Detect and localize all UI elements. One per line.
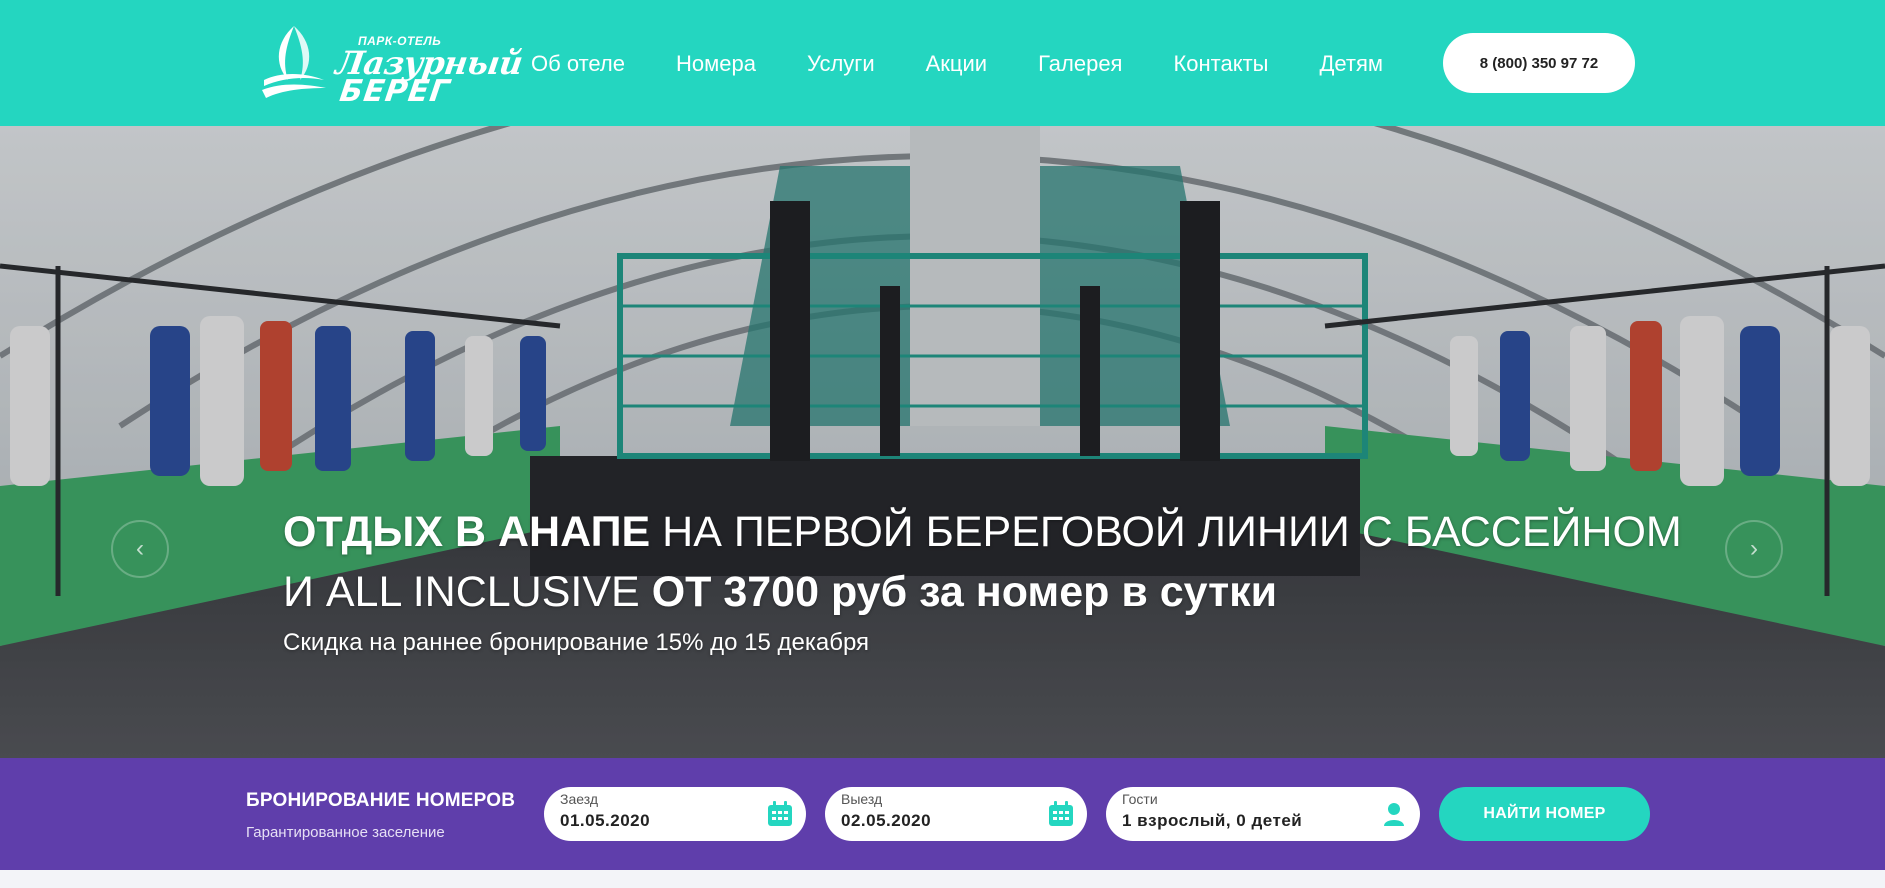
logo-name-line2: БЕРЕГ <box>337 74 453 109</box>
hotel-logo[interactable]: ПАРК-ОТЕЛЬ Лазурный БЕРЕГ <box>258 22 525 109</box>
hero-title-bold-1: ОТДЫХ В АНАПЕ <box>283 508 651 556</box>
checkout-date-field[interactable]: Выезд 02.05.2020 <box>825 787 1087 841</box>
nav-item-rooms[interactable]: Номера <box>676 48 756 80</box>
calendar-icon[interactable] <box>766 800 794 828</box>
checkin-date-field[interactable]: Заезд 01.05.2020 <box>544 787 806 841</box>
checkin-label: Заезд <box>560 791 599 807</box>
booking-bar: БРОНИРОВАНИЕ НОМЕРОВ Гарантированное зас… <box>0 758 1885 870</box>
nav-item-gallery[interactable]: Галерея <box>1038 48 1122 80</box>
checkin-value: 01.05.2020 <box>560 811 651 830</box>
hero-title: ОТДЫХ В АНАПЕ НА ПЕРВОЙ БЕРЕГОВОЙ ЛИНИИ … <box>283 502 1703 622</box>
checkout-label: Выезд <box>841 791 883 807</box>
chevron-right-icon: › <box>1750 535 1758 562</box>
hero-overlay <box>0 126 1885 758</box>
user-icon <box>1384 803 1404 826</box>
guests-value: 1 взрослый, 0 детей <box>1122 811 1303 830</box>
site-header: ПАРК-ОТЕЛЬ Лазурный БЕРЕГ Об отеле Номер… <box>0 0 1885 126</box>
nav-item-kids[interactable]: Детям <box>1320 48 1384 80</box>
phone-button[interactable]: 8 (800) 350 97 72 <box>1443 33 1635 93</box>
booking-title: БРОНИРОВАНИЕ НОМЕРОВ <box>246 790 516 811</box>
booking-subtitle: Гарантированное заселение <box>246 824 445 841</box>
main-nav: Об отеле Номера Услуги Акции Галерея Кон… <box>531 48 1383 80</box>
chevron-left-icon: ‹ <box>136 535 144 562</box>
nav-item-contacts[interactable]: Контакты <box>1173 48 1268 80</box>
hero-subtitle: Скидка на раннее бронирование 15% до 15 … <box>283 629 870 656</box>
slider-prev-button[interactable]: ‹ <box>111 520 169 578</box>
slider-next-button[interactable]: › <box>1725 520 1783 578</box>
leaf-logo-icon <box>262 26 326 98</box>
nav-item-services[interactable]: Услуги <box>807 48 875 80</box>
checkout-value: 02.05.2020 <box>841 811 932 830</box>
guests-field[interactable]: Гости 1 взрослый, 0 детей <box>1106 787 1420 841</box>
find-room-button[interactable]: НАЙТИ НОМЕР <box>1439 787 1650 841</box>
nav-item-about[interactable]: Об отеле <box>531 48 625 80</box>
hero-slider: ОТДЫХ В АНАПЕ НА ПЕРВОЙ БЕРЕГОВОЙ ЛИНИИ … <box>0 126 1885 758</box>
calendar-icon[interactable] <box>1047 800 1075 828</box>
hero-title-bold-2: ОТ 3700 руб за номер в сутки <box>651 568 1278 616</box>
guests-label: Гости <box>1122 791 1158 807</box>
nav-item-promotions[interactable]: Акции <box>926 48 987 80</box>
